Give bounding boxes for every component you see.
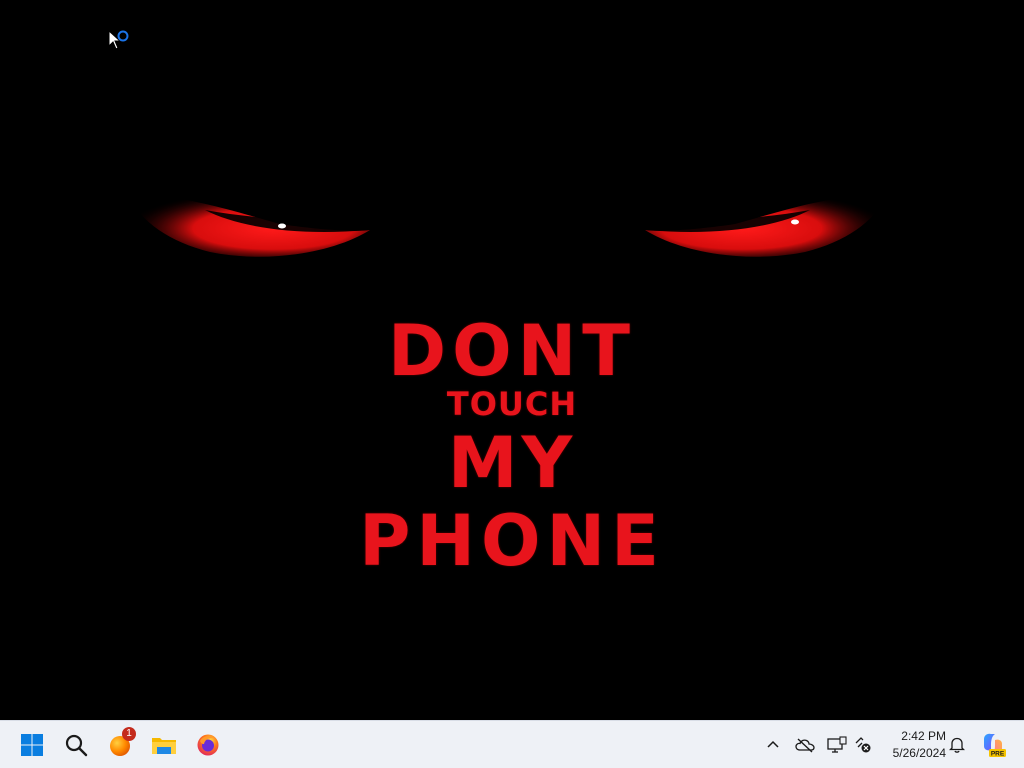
taskbar-firefox[interactable] — [190, 727, 226, 763]
right-eye-graphic — [645, 194, 887, 257]
bell-icon — [949, 737, 965, 753]
wallpaper-text-my: MY — [447, 422, 577, 504]
taskbar-browser-app[interactable]: 1 — [102, 727, 138, 763]
cloud-offline-icon — [795, 738, 815, 753]
notification-badge: 1 — [122, 727, 136, 741]
copilot-badge-label: PRE — [991, 751, 1005, 758]
copilot-button[interactable]: PRE — [980, 731, 1006, 759]
onedrive-tray-button[interactable] — [794, 733, 816, 757]
wallpaper-text-dont: DONT — [388, 310, 636, 392]
taskbar-file-explorer[interactable] — [146, 727, 182, 763]
start-button[interactable] — [14, 727, 50, 763]
display-tray-button[interactable] — [826, 733, 848, 757]
firefox-icon — [197, 734, 219, 756]
search-button[interactable] — [58, 727, 94, 763]
windows-logo-icon — [21, 734, 43, 756]
taskbar: 1 2:42 PM 5/26/2024 PRE — [0, 720, 1024, 768]
search-icon — [65, 734, 88, 757]
clock-time: 2:42 PM — [901, 729, 946, 743]
network-disconnected-icon — [855, 737, 871, 753]
arrow-busy-cursor-icon — [108, 30, 129, 50]
chevron-up-icon — [767, 740, 779, 748]
notifications-button[interactable] — [946, 733, 968, 757]
copilot-icon: PRE — [984, 733, 1006, 758]
network-tray-button[interactable] — [852, 733, 874, 757]
wallpaper-text-touch: TOUCH — [446, 385, 578, 423]
display-icon — [827, 736, 847, 753]
wallpaper-text-phone: PHONE — [359, 500, 665, 582]
left-eye-graphic — [128, 194, 370, 257]
desktop[interactable]: DONT TOUCH MY PHONE — [0, 0, 1024, 720]
folder-icon — [152, 738, 176, 754]
clock-date: 5/26/2024 — [892, 746, 946, 760]
system-clock[interactable]: 2:42 PM 5/26/2024 — [876, 728, 946, 762]
show-hidden-icons-button[interactable] — [762, 733, 784, 757]
